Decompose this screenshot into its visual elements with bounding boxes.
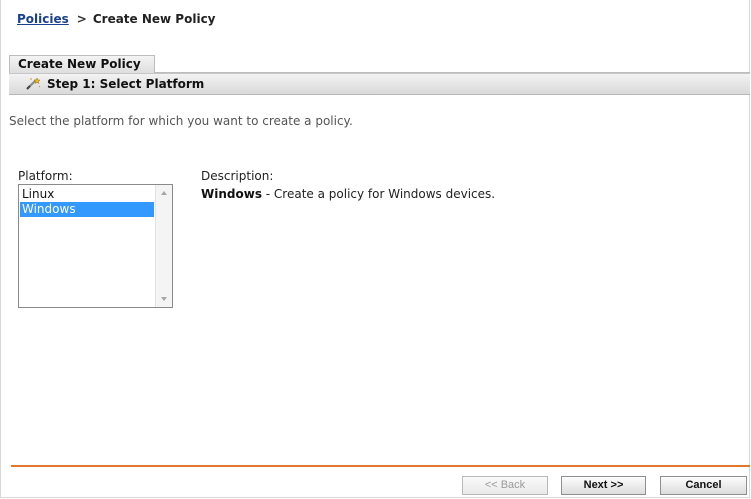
- back-button[interactable]: << Back: [462, 476, 548, 495]
- breadcrumb-current: Create New Policy: [92, 12, 216, 26]
- next-button[interactable]: Next >>: [561, 476, 646, 495]
- breadcrumb: Policies > Create New Policy: [17, 12, 216, 26]
- listbox-scrollbar[interactable]: [155, 185, 172, 307]
- footer-divider: [11, 465, 750, 467]
- panel-tab-title: Create New Policy: [9, 55, 155, 73]
- description-body: - Create a policy for Windows devices.: [261, 187, 496, 201]
- scroll-up-arrow-icon[interactable]: [161, 191, 167, 195]
- platform-option-linux[interactable]: Linux: [20, 187, 154, 202]
- platform-label: Platform:: [18, 169, 73, 183]
- step-title: Step 1: Select Platform: [47, 77, 205, 91]
- platform-options: Linux Windows: [20, 187, 154, 217]
- cancel-button[interactable]: Cancel: [660, 476, 747, 495]
- scroll-down-arrow-icon[interactable]: [161, 297, 167, 301]
- description-platform-name: Windows: [201, 187, 262, 201]
- platform-option-windows[interactable]: Windows: [20, 202, 154, 217]
- description-text: Windows - Create a policy for Windows de…: [201, 187, 495, 201]
- platform-listbox[interactable]: Linux Windows: [18, 184, 173, 308]
- description-label: Description:: [201, 169, 274, 183]
- step-header: Step 1: Select Platform: [9, 73, 750, 95]
- intro-text: Select the platform for which you want t…: [9, 114, 353, 128]
- breadcrumb-link-policies[interactable]: Policies: [17, 12, 69, 26]
- wand-icon: [25, 77, 41, 91]
- breadcrumb-separator: >: [76, 12, 87, 26]
